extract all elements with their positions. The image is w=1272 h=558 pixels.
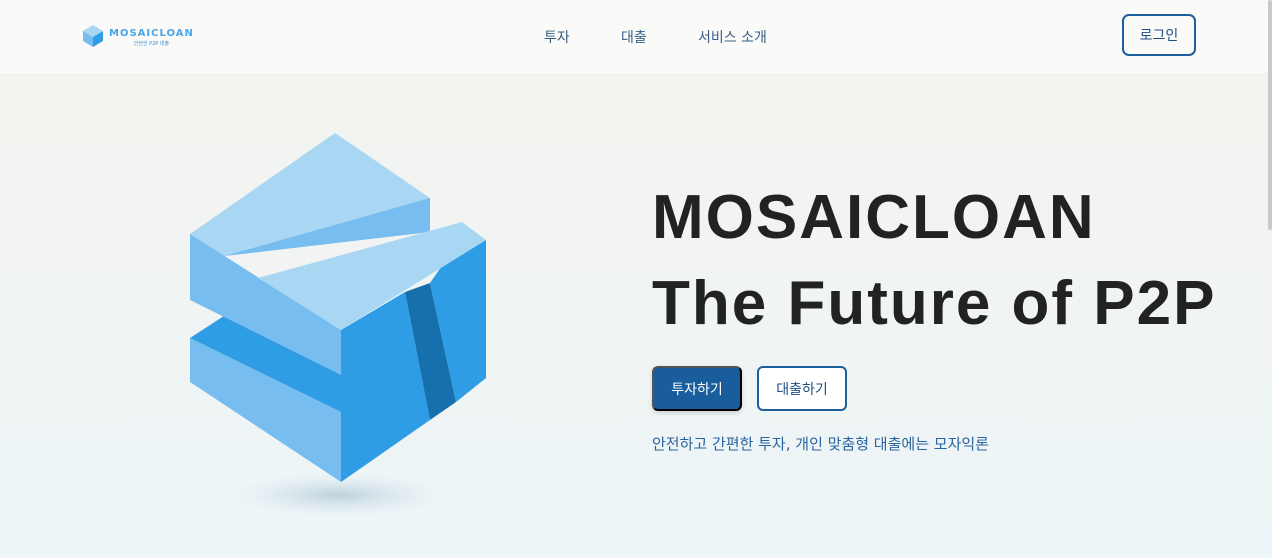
cube-logo-icon [82, 24, 104, 52]
logo-brand-name: MOSAICLOAN [109, 28, 194, 39]
hero-illustration [150, 110, 500, 534]
nav-loan[interactable]: 대출 [621, 27, 647, 47]
login-button[interactable]: 로그인 [1122, 14, 1196, 56]
nav-service-intro[interactable]: 서비스 소개 [698, 27, 767, 47]
logo-text: MOSAICLOAN 안전한 P2P 대출 [109, 29, 194, 47]
hero-subtitle: 안전하고 간편한 투자, 개인 맞춤형 대출에는 모자익론 [652, 435, 989, 453]
nav-invest[interactable]: 투자 [544, 27, 570, 47]
top-header: MOSAICLOAN 안전한 P2P 대출 투자 대출 서비스 소개 로그인 [0, 0, 1272, 73]
hero-title-tagline: The Future of P2P [652, 269, 1217, 338]
hero-title-brand: MOSAICLOAN [652, 183, 1096, 252]
loan-button[interactable]: 대출하기 [757, 366, 847, 411]
logo-tagline: 안전한 P2P 대출 [133, 41, 170, 47]
3d-s-block-icon [190, 133, 486, 517]
page-scrollbar[interactable] [1268, 0, 1272, 230]
invest-button[interactable]: 투자하기 [652, 366, 742, 411]
brand-logo[interactable]: MOSAICLOAN 안전한 P2P 대출 [82, 24, 194, 52]
